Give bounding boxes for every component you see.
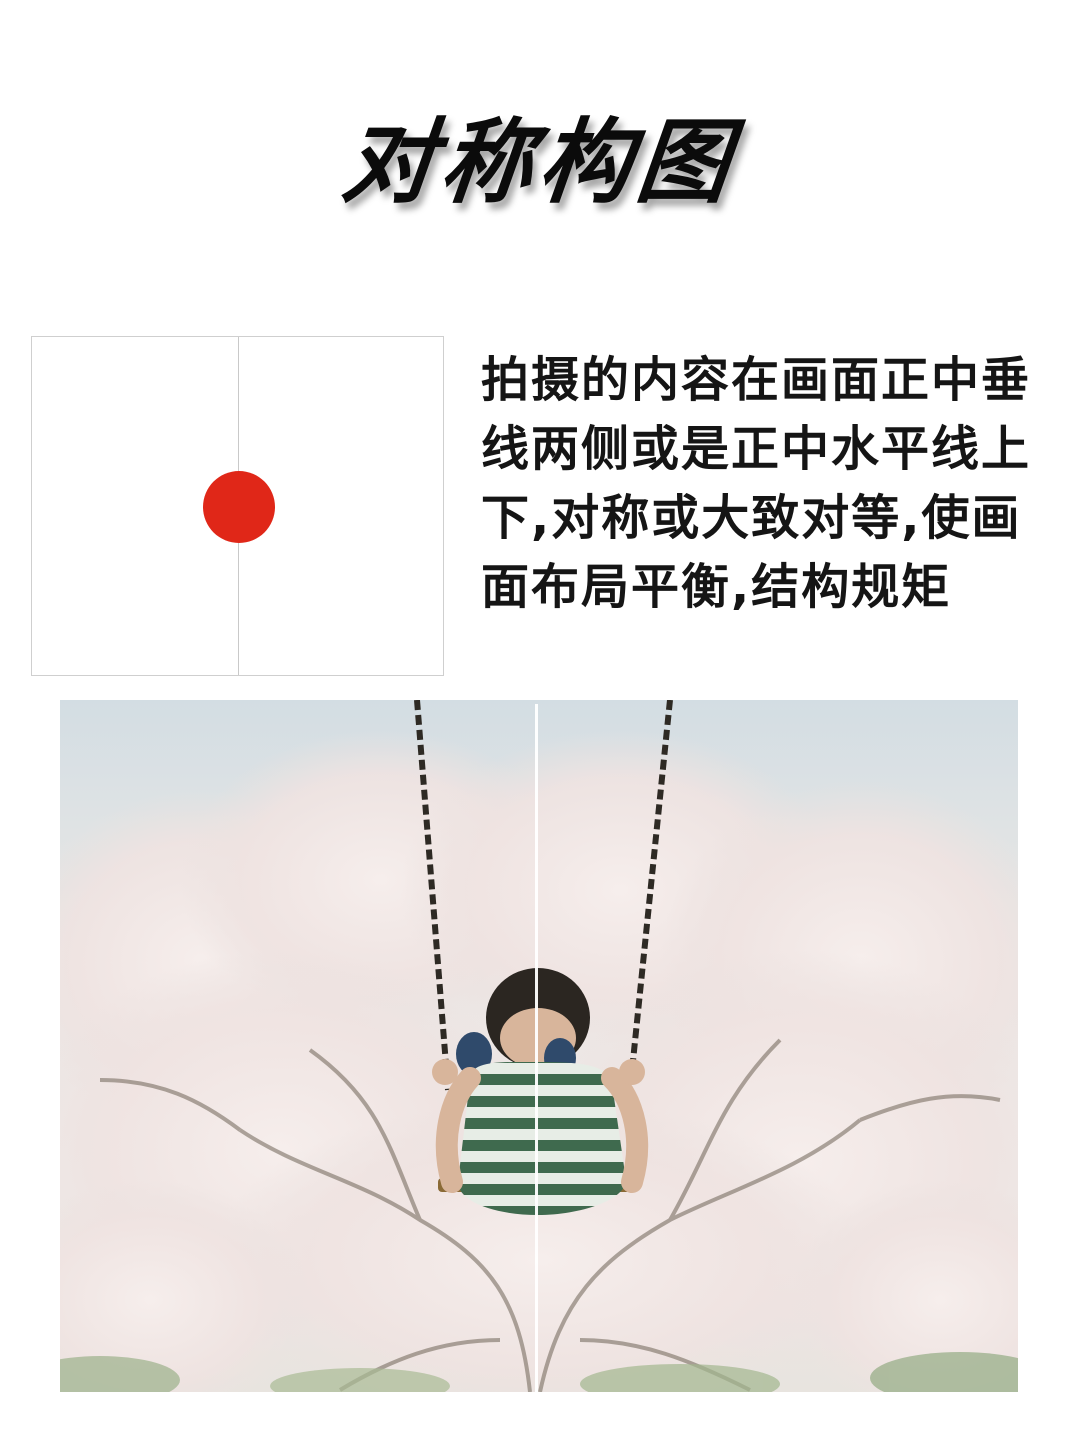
vertical-guide-line: [535, 704, 538, 1392]
photo-illustration: [60, 700, 1018, 1392]
description-text: 拍摄的内容在画面正中垂线两侧或是正中水平线上下,对称或大致对等,使画面布局平衡,…: [481, 352, 1032, 615]
red-dot: [203, 471, 275, 543]
symmetry-diagram: [31, 336, 444, 676]
page-title: 对称构图: [337, 109, 741, 216]
example-photo: [60, 700, 1018, 1392]
